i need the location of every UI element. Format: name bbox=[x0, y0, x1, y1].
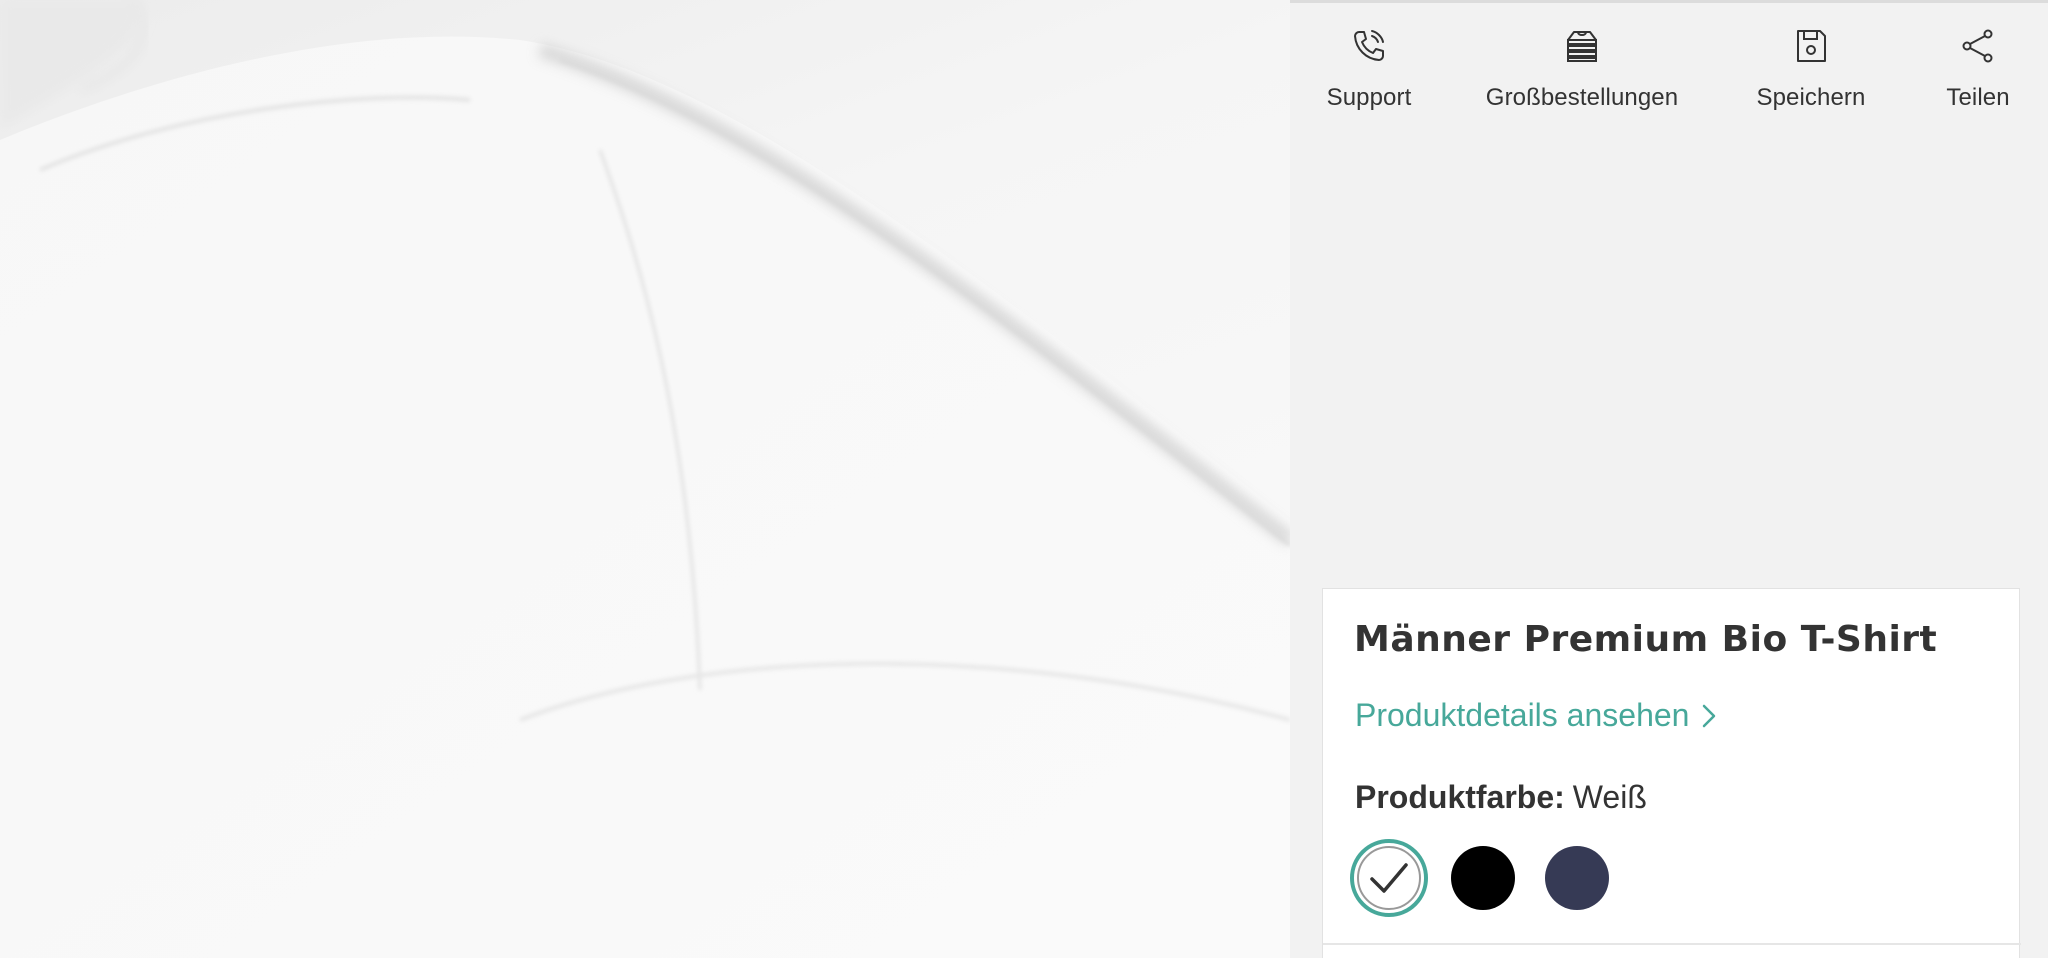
stacked-shirts-icon bbox=[1567, 31, 1597, 62]
product-color: Produktfarbe: Weiß bbox=[1355, 779, 1647, 816]
bulk-order-button[interactable]: Großbestellungen bbox=[1482, 26, 1682, 112]
chevron-right-icon bbox=[1703, 704, 1716, 727]
product-actions: Support Großbestellungen Speichern Teile… bbox=[1310, 26, 2030, 116]
share-label: Teilen bbox=[1946, 84, 2010, 111]
product-image[interactable] bbox=[0, 0, 1290, 958]
product-color-value: Weiß bbox=[1572, 779, 1647, 815]
product-color-label: Produktfarbe: bbox=[1355, 779, 1565, 815]
color-swatch-navy[interactable] bbox=[1538, 839, 1616, 917]
share-icon bbox=[1962, 29, 1993, 63]
save-icon bbox=[1797, 30, 1826, 62]
support-button[interactable]: Support bbox=[1324, 26, 1414, 112]
swatch-dot bbox=[1451, 846, 1515, 910]
support-label: Support bbox=[1326, 84, 1412, 111]
product-details-label: Produktdetails ansehen bbox=[1355, 697, 1690, 733]
save-button[interactable]: Speichern bbox=[1746, 26, 1876, 112]
phone-icon bbox=[1354, 30, 1384, 61]
bulk-order-label: Großbestellungen bbox=[1485, 84, 1679, 111]
product-title: Männer Premium Bio T-Shirt bbox=[1354, 619, 1938, 660]
save-label: Speichern bbox=[1756, 84, 1866, 111]
color-swatch-black[interactable] bbox=[1444, 839, 1522, 917]
share-button[interactable]: Teilen bbox=[1928, 26, 2028, 112]
tshirt-closeup-image bbox=[0, 0, 1290, 958]
color-swatch-white[interactable] bbox=[1350, 839, 1428, 917]
panel-divider bbox=[1323, 943, 2021, 945]
product-page: Support Großbestellungen Speichern Teile… bbox=[0, 0, 2048, 958]
product-info-panel: Männer Premium Bio T-Shirt Produktdetail… bbox=[1322, 588, 2021, 958]
product-details-link[interactable]: Produktdetails ansehen bbox=[1355, 697, 1717, 734]
swatch-dot bbox=[1545, 846, 1609, 910]
checkmark-icon bbox=[1370, 863, 1408, 893]
